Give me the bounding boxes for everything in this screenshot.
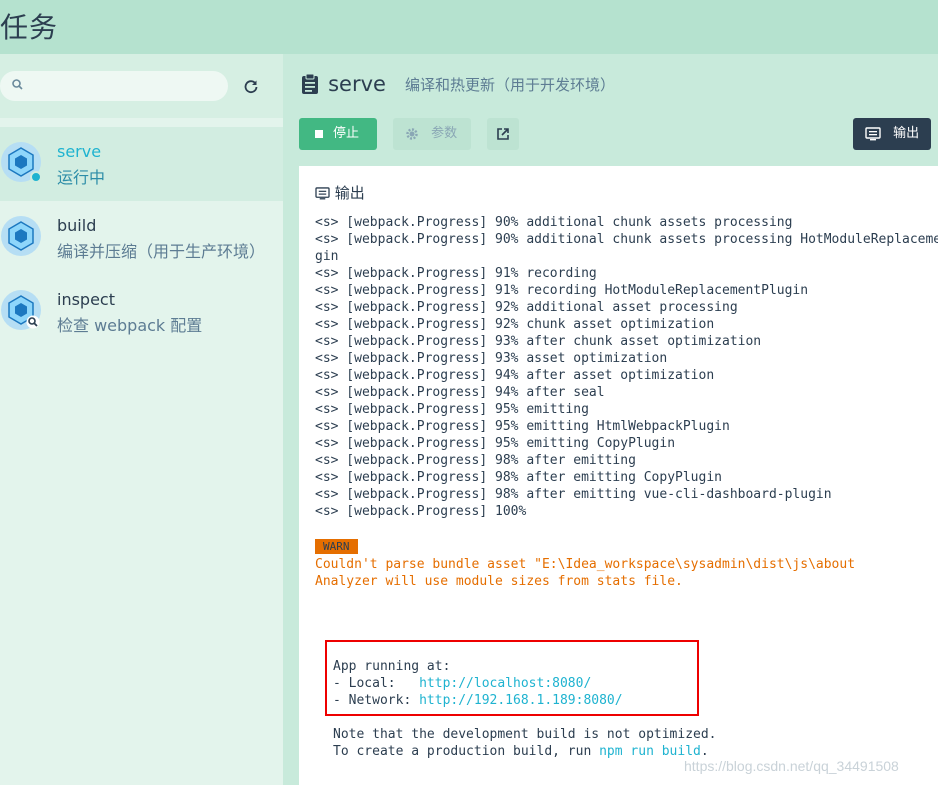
log-line: <s> [webpack.Progress] 95% emitting Html… (315, 419, 730, 434)
task-item-inspect[interactable]: inspect 检查 webpack 配置 (0, 275, 283, 349)
task-description: 编译并压缩（用于生产环境） (57, 242, 266, 261)
log-line: <s> [webpack.Progress] 95% emitting Copy… (315, 436, 676, 451)
webpack-icon (1, 142, 42, 183)
task-description: 检查 webpack 配置 (57, 316, 203, 335)
log-line: <s> [webpack.Progress] 93% asset optimiz… (315, 351, 668, 366)
parameters-button[interactable]: 参数 (393, 118, 471, 150)
task-detail: serve 编译和热更新（用于开发环境） 停止 参数 输出 输出 <s> [we… (283, 54, 938, 785)
terminal-icon (315, 187, 330, 200)
output-log: <s> [webpack.Progress] 90% additional ch… (315, 214, 938, 520)
gear-icon (406, 127, 418, 140)
log-line: <s> [webpack.Progress] 92% chunk asset o… (315, 317, 715, 332)
log-line: <s> [webpack.Progress] 90% additional ch… (315, 232, 938, 247)
warn-badge: WARN (315, 539, 358, 554)
stop-label: 停止 (333, 126, 360, 141)
task-name: inspect (57, 290, 115, 309)
external-link-icon (497, 128, 509, 140)
parameters-label: 参数 (431, 126, 458, 141)
running-status-dot (30, 171, 42, 183)
top-bar: 任务 (0, 0, 938, 54)
log-line: <s> [webpack.Progress] 93% after chunk a… (315, 334, 762, 349)
sidebar: serve 运行中 build 编译并压缩（用于生产环境） inspect 检查… (0, 54, 283, 785)
stop-icon (315, 129, 323, 138)
search-icon (12, 79, 23, 90)
output-button[interactable]: 输出 (853, 118, 931, 150)
task-header: serve 编译和热更新（用于开发环境） (301, 72, 615, 102)
network-url-link[interactable]: http://192.168.1.189:8080/ (419, 693, 623, 708)
task-description: 运行中 (57, 168, 106, 187)
log-line: <s> [webpack.Progress] 94% after seal (315, 385, 605, 400)
refresh-icon[interactable] (242, 78, 260, 96)
log-line: <s> [webpack.Progress] 98% after emittin… (315, 470, 722, 485)
log-line: gin (315, 249, 339, 264)
stop-button[interactable]: 停止 (299, 118, 377, 150)
log-line: <s> [webpack.Progress] 98% after emittin… (315, 487, 832, 502)
log-line: <s> [webpack.Progress] 100% (315, 504, 527, 519)
build-note: Note that the development build is not o… (333, 727, 717, 759)
output-panel[interactable]: 输出 <s> [webpack.Progress] 90% additional… (299, 166, 938, 785)
log-line: <s> [webpack.Progress] 94% after asset o… (315, 368, 715, 383)
log-line: <s> [webpack.Progress] 98% after emittin… (315, 453, 636, 468)
webpack-inspect-icon (1, 290, 41, 330)
task-name: build (57, 216, 97, 235)
search-bar (0, 54, 283, 118)
app-running-info: App running at: - Local: http://localhost… (333, 659, 623, 708)
clipboard-icon (302, 73, 318, 94)
task-subtitle: 编译和热更新（用于开发环境） (405, 75, 616, 94)
watermark: https://blog.csdn.net/qq_34491508 (684, 758, 899, 774)
task-title: serve (328, 72, 386, 96)
log-line: <s> [webpack.Progress] 91% recording Hot… (315, 283, 809, 298)
log-line: <s> [webpack.Progress] 95% emitting (315, 402, 589, 417)
warning-message: Couldn't parse bundle asset "E:\Idea_wor… (315, 557, 856, 589)
task-item-build[interactable]: build 编译并压缩（用于生产环境） (0, 201, 283, 275)
log-line: <s> [webpack.Progress] 91% recording (315, 266, 597, 281)
page-title: 任务 (0, 11, 59, 44)
search-input[interactable] (0, 71, 228, 101)
npm-command: npm run build (599, 744, 701, 759)
task-item-serve[interactable]: serve 运行中 (0, 127, 283, 201)
output-label: 输出 (893, 126, 920, 141)
output-title: 输出 (315, 182, 365, 203)
local-url-link[interactable]: http://localhost:8080/ (419, 676, 591, 691)
log-line: <s> [webpack.Progress] 90% additional ch… (315, 215, 793, 230)
webpack-icon (1, 216, 41, 256)
log-line: <s> [webpack.Progress] 92% additional as… (315, 300, 738, 315)
open-app-button[interactable] (487, 118, 519, 150)
task-name: serve (57, 142, 102, 161)
terminal-icon (865, 126, 881, 140)
